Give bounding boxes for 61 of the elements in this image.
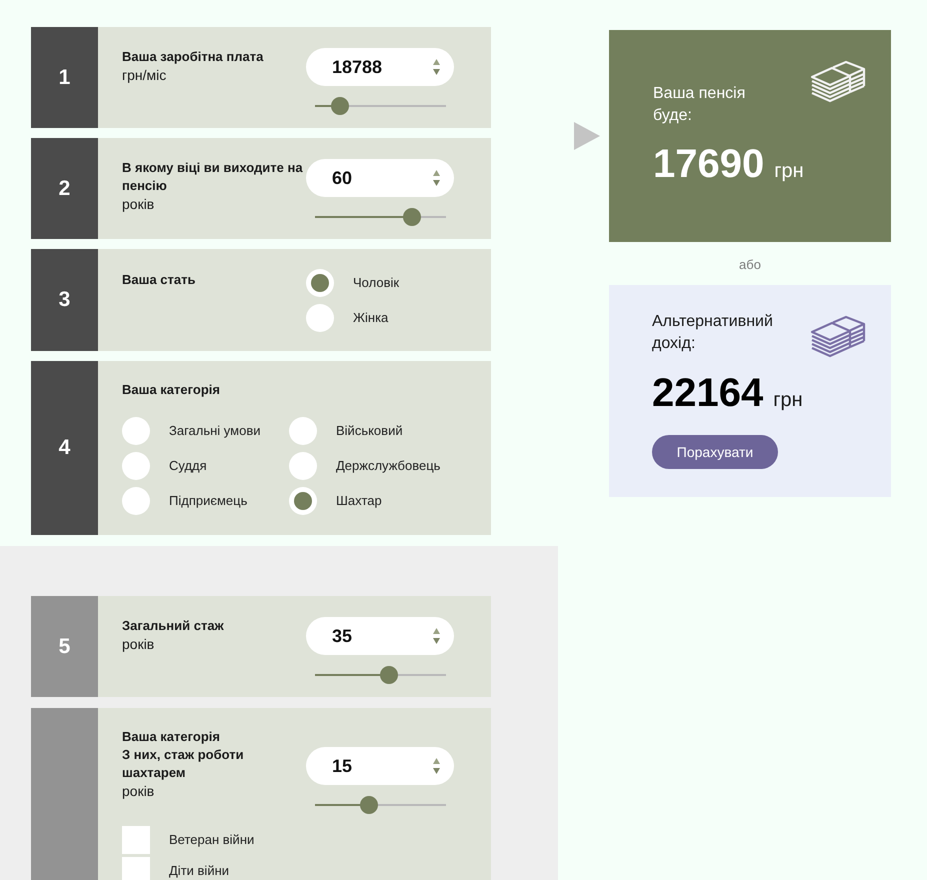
- unit-label: років: [122, 635, 156, 653]
- money-stack-icon: [810, 315, 866, 359]
- option-label: Загальні умови: [169, 422, 260, 440]
- result-label: Ваша пенсія буде:: [653, 84, 746, 126]
- income-amount: 22164: [652, 373, 764, 413]
- number-field[interactable]: 18788: [306, 48, 454, 86]
- unit-label: років: [122, 195, 156, 213]
- step-title: Ваша категорія: [122, 381, 221, 399]
- up-arrow-icon[interactable]: [433, 59, 440, 65]
- option-label: Держслужбовець: [336, 457, 440, 475]
- option-label: Діти війни: [169, 863, 230, 879]
- option-label: Ветеран війни: [169, 832, 254, 848]
- slider-track[interactable]: [314, 796, 446, 814]
- option-label: Військовий: [336, 422, 403, 440]
- option-label: Шахтар: [336, 492, 382, 510]
- radio-button[interactable]: [289, 452, 317, 480]
- step-number: 5: [31, 596, 98, 697]
- step-title: Ваша категорія: [122, 728, 221, 746]
- down-arrow-icon[interactable]: [433, 638, 440, 644]
- up-arrow-icon[interactable]: [433, 628, 440, 634]
- radio-button[interactable]: [122, 452, 150, 480]
- up-arrow-icon[interactable]: [433, 758, 440, 764]
- option-label: Підприємець: [169, 492, 248, 510]
- radio-button[interactable]: [122, 417, 150, 445]
- step-title: Ваша стать: [122, 271, 196, 289]
- step-title: В якому віці ви виходите на пенсію: [122, 159, 304, 195]
- radio-button[interactable]: [306, 304, 334, 332]
- radio-button[interactable]: [306, 269, 334, 297]
- step-number: 1: [31, 27, 98, 128]
- option-label: Чоловік: [353, 274, 400, 292]
- radio-button[interactable]: [289, 417, 317, 445]
- down-arrow-icon[interactable]: [433, 180, 440, 186]
- slider-track[interactable]: [314, 97, 446, 115]
- result-label: Альтернативний дохід:: [652, 312, 774, 354]
- triangle-icon: [574, 122, 600, 150]
- down-arrow-icon[interactable]: [433, 768, 440, 774]
- step-title: З них, стаж роботи шахтарем: [122, 746, 245, 782]
- step-number: 3: [31, 249, 98, 351]
- step-number: 4: [31, 361, 98, 535]
- currency-label: грн: [773, 388, 803, 412]
- step-number: 2: [31, 138, 98, 239]
- down-arrow-icon[interactable]: [433, 69, 440, 75]
- radio-button[interactable]: [289, 487, 317, 515]
- slider-thumb[interactable]: [402, 208, 421, 226]
- number-field[interactable]: 60: [306, 159, 454, 197]
- currency-label: грн: [774, 159, 804, 183]
- option-label: Суддя: [169, 457, 207, 475]
- unit-label: років: [122, 782, 156, 800]
- money-stack-icon: [810, 60, 866, 104]
- slider-thumb[interactable]: [331, 97, 350, 115]
- radio-button[interactable]: [122, 487, 150, 515]
- separator-text: або: [738, 256, 762, 274]
- slider-track[interactable]: [314, 666, 446, 684]
- step-title: Ваша заробітна плата: [122, 48, 264, 66]
- step-title: Загальний стаж: [122, 617, 225, 635]
- option-label: Жінка: [353, 309, 388, 327]
- unit-label: грн/міс: [122, 66, 168, 84]
- pension-amount: 17690: [653, 144, 764, 184]
- slider-track[interactable]: [314, 208, 446, 226]
- calculate-button[interactable]: Порахувати: [652, 435, 778, 469]
- up-arrow-icon[interactable]: [433, 170, 440, 176]
